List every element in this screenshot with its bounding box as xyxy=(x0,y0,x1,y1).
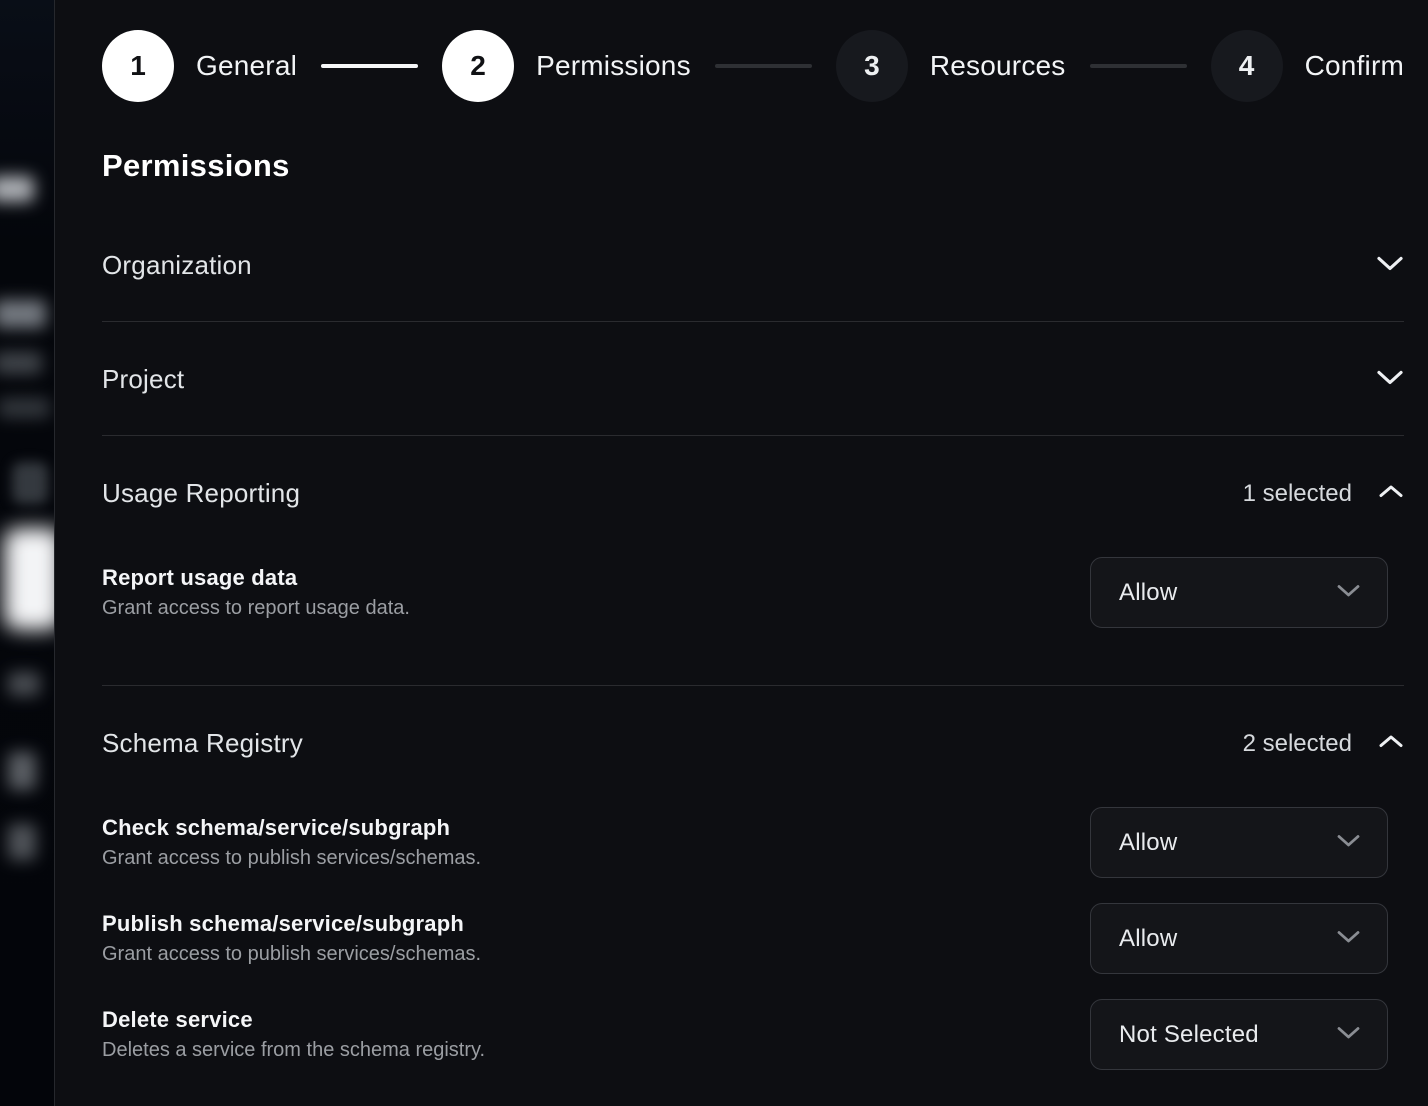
permission-description: Deletes a service from the schema regist… xyxy=(102,1035,485,1065)
step-number-badge: 3 xyxy=(836,30,908,102)
section-project: Project xyxy=(102,322,1404,436)
section-organization-toggle[interactable]: Organization xyxy=(102,214,1404,321)
section-title: Organization xyxy=(102,250,252,281)
permission-title: Delete service xyxy=(102,1005,485,1035)
blurred-card xyxy=(4,528,55,630)
check-schema-select[interactable]: Allow xyxy=(1090,807,1388,878)
blurred-nav-item xyxy=(0,398,50,418)
section-schema-registry: Schema Registry 2 selected Check schema/… xyxy=(102,686,1404,1070)
permission-description: Grant access to publish services/schemas… xyxy=(102,843,481,873)
step-label: Confirm xyxy=(1305,50,1404,82)
step-label: General xyxy=(196,50,297,82)
blurred-nav-icon xyxy=(12,462,48,504)
section-usage-reporting: Usage Reporting 1 selected Report usage … xyxy=(102,436,1404,686)
step-label: Permissions xyxy=(536,50,691,82)
step-number-badge: 4 xyxy=(1211,30,1283,102)
blurred-nav-item xyxy=(0,176,34,202)
blurred-nav-item xyxy=(0,300,46,328)
report-usage-data-select[interactable]: Allow xyxy=(1090,557,1388,628)
blurred-nav-item xyxy=(0,352,42,374)
blurred-nav-item xyxy=(8,672,40,696)
permission-description: Grant access to report usage data. xyxy=(102,593,410,623)
step-general[interactable]: 1 General xyxy=(102,30,297,102)
chevron-up-icon xyxy=(1378,484,1404,504)
chevron-down-icon xyxy=(1336,1025,1361,1045)
section-title: Schema Registry xyxy=(102,728,303,759)
step-number-badge: 2 xyxy=(442,30,514,102)
permission-row: Report usage data Grant access to report… xyxy=(102,557,1404,628)
publish-schema-select[interactable]: Allow xyxy=(1090,903,1388,974)
step-permissions[interactable]: 2 Permissions xyxy=(442,30,691,102)
chevron-down-icon xyxy=(1376,255,1404,277)
section-usage-reporting-toggle[interactable]: Usage Reporting 1 selected xyxy=(102,436,1404,509)
step-resources[interactable]: 3 Resources xyxy=(836,30,1066,102)
chevron-down-icon xyxy=(1376,369,1404,391)
section-project-toggle[interactable]: Project xyxy=(102,322,1404,435)
permission-title: Report usage data xyxy=(102,563,410,593)
background-sidebar xyxy=(0,0,55,1106)
permission-row: Publish schema/service/subgraph Grant ac… xyxy=(102,903,1404,974)
permissions-wizard-panel: 1 General 2 Permissions 3 Resources 4 Co… xyxy=(55,0,1428,1106)
selected-count-badge: 1 selected xyxy=(1243,480,1352,508)
permission-row: Delete service Deletes a service from th… xyxy=(102,999,1404,1070)
step-connector xyxy=(321,64,418,68)
chevron-down-icon xyxy=(1336,929,1361,949)
selected-count-badge: 2 selected xyxy=(1243,730,1352,758)
select-value: Allow xyxy=(1119,829,1177,857)
section-schema-registry-toggle[interactable]: Schema Registry 2 selected xyxy=(102,686,1404,759)
blurred-nav-item xyxy=(8,824,36,860)
permission-title: Check schema/service/subgraph xyxy=(102,813,481,843)
app-screen: 1 General 2 Permissions 3 Resources 4 Co… xyxy=(0,0,1428,1106)
blurred-nav-item xyxy=(8,752,36,790)
step-label: Resources xyxy=(930,50,1066,82)
permission-title: Publish schema/service/subgraph xyxy=(102,909,481,939)
permission-description: Grant access to publish services/schemas… xyxy=(102,939,481,969)
step-connector xyxy=(715,64,812,68)
step-confirm[interactable]: 4 Confirm xyxy=(1211,30,1404,102)
select-value: Allow xyxy=(1119,579,1177,607)
wizard-stepper: 1 General 2 Permissions 3 Resources 4 Co… xyxy=(102,30,1404,102)
delete-service-select[interactable]: Not Selected xyxy=(1090,999,1388,1070)
select-value: Allow xyxy=(1119,925,1177,953)
chevron-up-icon xyxy=(1378,734,1404,754)
permission-row: Check schema/service/subgraph Grant acce… xyxy=(102,807,1404,878)
section-title: Project xyxy=(102,364,184,395)
select-value: Not Selected xyxy=(1119,1021,1259,1049)
step-number-badge: 1 xyxy=(102,30,174,102)
chevron-down-icon xyxy=(1336,833,1361,853)
section-organization: Organization xyxy=(102,214,1404,322)
chevron-down-icon xyxy=(1336,583,1361,603)
page-title: Permissions xyxy=(102,148,1404,184)
section-title: Usage Reporting xyxy=(102,478,300,509)
step-connector xyxy=(1090,64,1187,68)
